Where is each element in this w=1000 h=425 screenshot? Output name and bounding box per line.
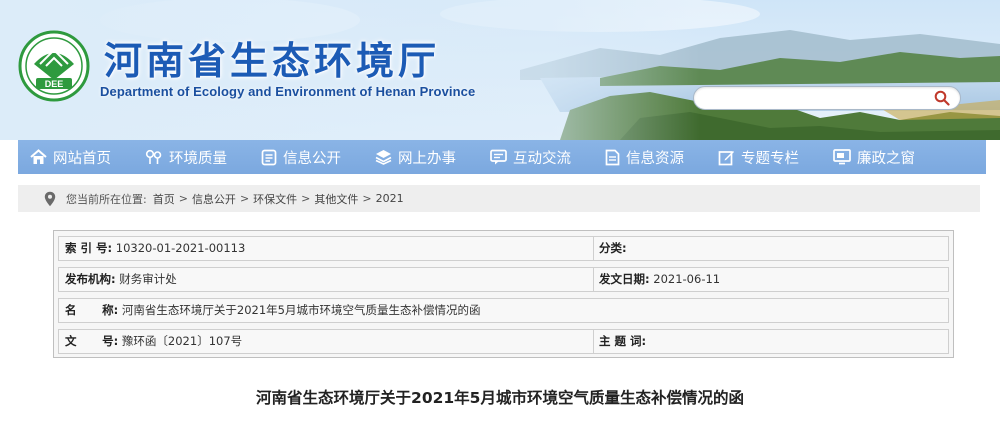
location-pin-icon [44, 191, 56, 206]
edit-icon [718, 150, 734, 165]
breadcrumb-item-other-docs[interactable]: 其他文件 [314, 191, 358, 207]
name-label: 名 [65, 303, 77, 317]
cell-divider [593, 330, 594, 353]
nav-item-label: 廉政之窗 [857, 150, 915, 167]
breadcrumb-prefix: 您当前所在位置: [66, 192, 147, 206]
date-value: 2021-06-11 [653, 272, 721, 286]
info-row-issuer: 发布机构: 财务审计处 发文日期: 2021-06-11 [58, 267, 949, 292]
nav-item-label: 信息公开 [283, 150, 341, 167]
nav-item-label: 网上办事 [398, 150, 456, 167]
document-icon [261, 149, 277, 165]
site-subtitle: Department of Ecology and Environment of… [100, 84, 476, 99]
breadcrumb: 您当前所在位置: 首页 > 信息公开 > 环保文件 > 其他文件 > 2021 [18, 185, 980, 212]
site-title: 河南省生态环境厅 [104, 39, 441, 83]
nav-item-integrity-window[interactable]: 廉政之窗 [833, 140, 915, 174]
breadcrumb-item-info-disclosure[interactable]: 信息公开 [192, 191, 236, 207]
nav-item-label: 环境质量 [169, 150, 227, 167]
breadcrumb-separator: > [239, 192, 250, 205]
subject-cell: 主 题 词: [599, 330, 646, 353]
nav-item-interaction[interactable]: 互动交流 [490, 140, 571, 174]
name-cell: 名 称: 河南省生态环境厅关于2021年5月城市环境空气质量生态补偿情况的函 [65, 299, 481, 322]
nav-item-info-resources[interactable]: 信息资源 [605, 140, 684, 174]
index-value: 10320-01-2021-00113 [115, 241, 246, 255]
header-banner: DEE 河南省生态环境厅 Department of Ecology and E… [0, 0, 1000, 140]
document-title: 河南省生态环境厅关于2021年5月城市环境空气质量生态补偿情况的函 [256, 389, 744, 407]
docno-label-suffix: 号: [102, 334, 119, 348]
search-input[interactable] [704, 89, 928, 109]
breadcrumb-item-env-docs[interactable]: 环保文件 [253, 191, 297, 207]
svg-text:DEE: DEE [45, 79, 64, 89]
name-value: 河南省生态环境厅关于2021年5月城市环境空气质量生态补偿情况的函 [121, 303, 481, 317]
breadcrumb-separator: > [178, 192, 188, 205]
nav-item-environment-quality[interactable]: 环境质量 [145, 140, 227, 174]
cell-divider [593, 237, 594, 260]
file-icon [605, 149, 620, 165]
subject-label: 主 题 词: [599, 334, 647, 348]
nav-item-label: 互动交流 [513, 150, 571, 167]
docno-cell: 文 号: 豫环函〔2021〕107号 [65, 330, 242, 353]
docno-value: 豫环函〔2021〕107号 [121, 334, 243, 348]
info-row-docno: 文 号: 豫环函〔2021〕107号 主 题 词: [58, 329, 949, 354]
chat-icon [490, 149, 507, 165]
nav-item-label: 信息资源 [626, 150, 684, 167]
nav-item-label: 网站首页 [53, 150, 111, 167]
date-label: 发文日期: [599, 272, 650, 286]
dee-logo: DEE [18, 30, 90, 102]
issuer-label: 发布机构: [65, 272, 116, 286]
nav-item-info-disclosure[interactable]: 信息公开 [261, 140, 341, 174]
nav-item-online-services[interactable]: 网上办事 [375, 140, 456, 174]
breadcrumb-item-home[interactable]: 首页 [153, 191, 175, 207]
issuer-cell: 发布机构: 财务审计处 [65, 268, 177, 291]
info-row-index: 索 引 号: 10320-01-2021-00113 分类: [58, 236, 949, 261]
date-cell: 发文日期: 2021-06-11 [599, 268, 720, 291]
docno-label: 文 [65, 334, 77, 348]
document-info-table: 索 引 号: 10320-01-2021-00113 分类: 发布机构: 财务审… [53, 230, 954, 358]
cell-divider [593, 268, 594, 291]
nav-item-label: 专题专栏 [741, 150, 799, 167]
home-icon [30, 149, 47, 164]
breadcrumb-separator: > [362, 192, 372, 205]
info-row-name: 名 称: 河南省生态环境厅关于2021年5月城市环境空气质量生态补偿情况的函 [58, 298, 949, 323]
breadcrumb-item-year[interactable]: 2021 [376, 192, 404, 205]
main-nav: 网站首页 环境质量 信息公开 网上办事 互动交流 信息资源 专题专栏 廉政之窗 [18, 140, 986, 174]
monitor-icon [833, 149, 851, 165]
issuer-value: 财务审计处 [119, 272, 177, 286]
category-cell: 分类: [599, 237, 627, 260]
name-label-suffix: 称: [102, 303, 119, 317]
index-label: 索 引 号: [65, 241, 113, 255]
breadcrumb-separator: > [301, 192, 311, 205]
index-cell: 索 引 号: 10320-01-2021-00113 [65, 237, 245, 260]
search-icon[interactable] [934, 90, 950, 106]
category-label: 分类: [599, 241, 627, 255]
tree-icon [145, 149, 162, 164]
search-box[interactable] [693, 86, 961, 110]
layers-icon [375, 150, 392, 165]
nav-item-home[interactable]: 网站首页 [30, 140, 111, 174]
nav-item-special-topics[interactable]: 专题专栏 [718, 140, 799, 174]
